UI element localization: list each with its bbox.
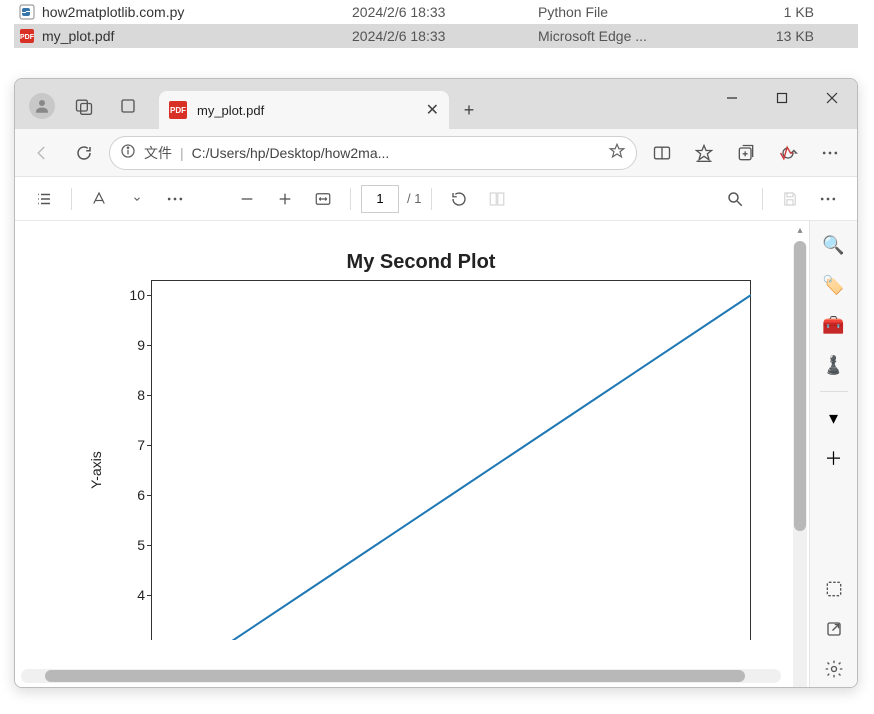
sidebar-search-icon[interactable]: 🔍 — [816, 227, 852, 263]
ytick-label: 5 — [121, 537, 145, 553]
pdf-badge-icon: PDF — [169, 101, 187, 119]
ytick-label: 10 — [121, 287, 145, 303]
sidebar-tools-icon[interactable]: 🧰 — [816, 307, 852, 343]
titlebar: PDF my_plot.pdf ✕ + — [15, 79, 857, 129]
horizontal-scrollbar[interactable] — [21, 669, 781, 683]
pdf-file-icon: PDF — [18, 27, 36, 45]
sidebar-add-icon[interactable]: ＋ — [816, 440, 852, 476]
refresh-button[interactable] — [67, 136, 101, 170]
find-icon[interactable] — [718, 182, 752, 216]
url-field[interactable]: 文件 | C:/Users/hp/Desktop/how2ma... — [109, 136, 637, 170]
tab-actions-icon[interactable] — [113, 91, 143, 121]
file-name: how2matplotlib.com.py — [42, 4, 352, 20]
save-icon[interactable] — [773, 182, 807, 216]
sidebar-external-icon[interactable] — [816, 611, 852, 647]
svg-text:PDF: PDF — [20, 34, 35, 41]
maximize-button[interactable] — [757, 79, 807, 117]
chart: My Second Plot Y-axis 4 5 6 7 8 9 10 — [81, 251, 761, 687]
chart-title: My Second Plot — [81, 251, 761, 274]
file-size: 1 KB — [744, 4, 824, 20]
browser-tab[interactable]: PDF my_plot.pdf ✕ — [159, 91, 449, 129]
fit-width-icon[interactable] — [306, 182, 340, 216]
ytick-label: 4 — [121, 587, 145, 603]
pdf-page: My Second Plot Y-axis 4 5 6 7 8 9 10 — [35, 241, 775, 687]
sidebar-settings-icon[interactable] — [816, 651, 852, 687]
file-date: 2024/2/6 18:33 — [352, 28, 538, 44]
zoom-out-button[interactable] — [230, 182, 264, 216]
page-number-input[interactable] — [361, 185, 399, 213]
rotate-icon[interactable] — [442, 182, 476, 216]
browser-window: PDF my_plot.pdf ✕ + 文件 | C:/Users/hp/Des… — [14, 78, 858, 688]
file-type: Microsoft Edge ... — [538, 28, 744, 44]
file-name: my_plot.pdf — [42, 28, 352, 44]
sidebar-screenshot-icon[interactable] — [816, 571, 852, 607]
sidebar-expand-icon[interactable]: ▾ — [816, 400, 852, 436]
back-button[interactable] — [25, 136, 59, 170]
chart-ylabel: Y-axis — [88, 451, 104, 489]
ytick-label: 8 — [121, 387, 145, 403]
profile-button[interactable] — [29, 93, 55, 119]
file-date: 2024/2/6 18:33 — [352, 4, 538, 20]
new-tab-button[interactable]: + — [449, 91, 489, 129]
performance-icon[interactable] — [771, 136, 805, 170]
workspaces-icon[interactable] — [69, 91, 99, 121]
more-tools-icon[interactable] — [158, 182, 192, 216]
page-total-label: / 1 — [407, 191, 421, 206]
pdf-toolbar: / 1 — [15, 177, 857, 221]
draw-icon[interactable] — [82, 182, 116, 216]
content-area: ▴ My Second Plot Y-axis 4 5 6 7 8 9 10 🔍 🏷️ 🧰 — [15, 221, 857, 687]
contents-icon[interactable] — [27, 182, 61, 216]
file-size: 13 KB — [744, 28, 824, 44]
page-view-icon[interactable] — [480, 182, 514, 216]
chart-line — [151, 280, 751, 640]
python-file-icon — [18, 3, 36, 21]
zoom-in-button[interactable] — [268, 182, 302, 216]
vertical-scrollbar-thumb[interactable] — [794, 241, 806, 531]
horizontal-scrollbar-thumb[interactable] — [45, 670, 745, 682]
collections-icon[interactable] — [729, 136, 763, 170]
file-type: Python File — [538, 4, 744, 20]
ytick-label: 6 — [121, 487, 145, 503]
file-row[interactable]: PDF my_plot.pdf 2024/2/6 18:33 Microsoft… — [14, 24, 858, 48]
file-row[interactable]: how2matplotlib.com.py 2024/2/6 18:33 Pyt… — [14, 0, 858, 24]
close-tab-icon[interactable]: ✕ — [426, 100, 439, 120]
menu-icon[interactable] — [813, 136, 847, 170]
tab-title: my_plot.pdf — [197, 103, 416, 118]
favorite-icon[interactable] — [608, 142, 626, 163]
split-screen-icon[interactable] — [645, 136, 679, 170]
minimize-button[interactable] — [707, 79, 757, 117]
ytick-label: 9 — [121, 337, 145, 353]
url-scheme-label: 文件 — [144, 143, 172, 163]
pdf-more-icon[interactable] — [811, 182, 845, 216]
vertical-scrollbar[interactable] — [793, 241, 807, 687]
draw-chevron-icon[interactable] — [120, 182, 154, 216]
scroll-up-icon[interactable]: ▴ — [793, 223, 807, 237]
pdf-viewer[interactable]: ▴ My Second Plot Y-axis 4 5 6 7 8 9 10 — [15, 221, 809, 687]
sidebar-shopping-icon[interactable]: 🏷️ — [816, 267, 852, 303]
favorites-icon[interactable] — [687, 136, 721, 170]
info-icon[interactable] — [120, 143, 136, 162]
sidebar-games-icon[interactable]: ♟️ — [816, 347, 852, 383]
url-path: C:/Users/hp/Desktop/how2ma... — [192, 145, 390, 161]
url-separator: | — [180, 145, 184, 161]
browser-sidebar: 🔍 🏷️ 🧰 ♟️ ▾ ＋ — [809, 221, 857, 687]
ytick-label: 7 — [121, 437, 145, 453]
close-window-button[interactable] — [807, 79, 857, 117]
file-list: how2matplotlib.com.py 2024/2/6 18:33 Pyt… — [14, 0, 858, 48]
address-bar: 文件 | C:/Users/hp/Desktop/how2ma... — [15, 129, 857, 177]
